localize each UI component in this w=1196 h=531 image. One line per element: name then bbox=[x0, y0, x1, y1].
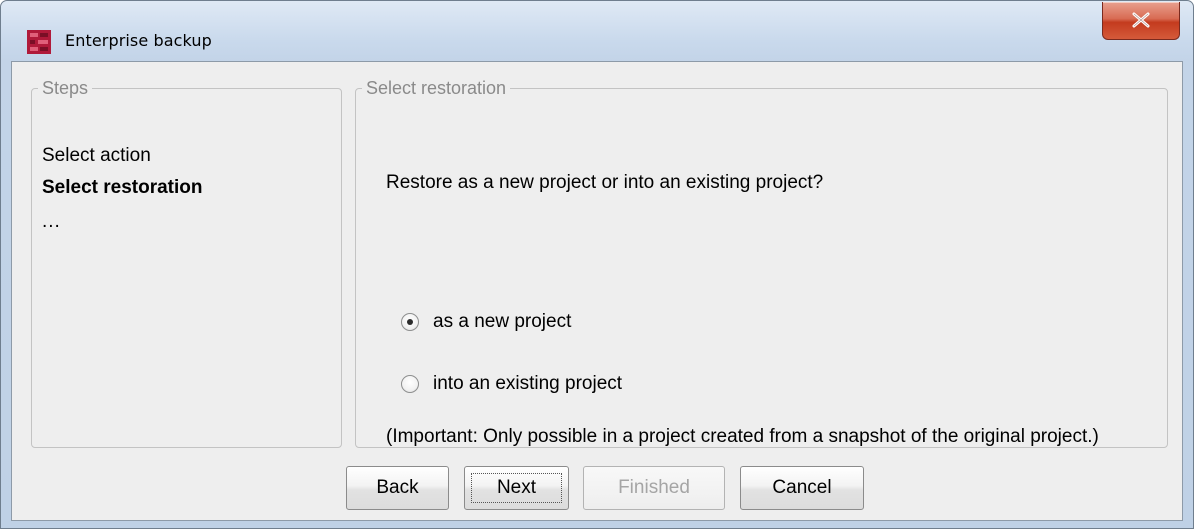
window-title: Enterprise backup bbox=[65, 31, 212, 50]
option-existing-project[interactable]: into an existing project bbox=[401, 372, 622, 396]
important-note: (Important: Only possible in a project c… bbox=[386, 426, 1099, 447]
restoration-legend: Select restoration bbox=[366, 78, 507, 98]
close-icon bbox=[1132, 12, 1150, 28]
dialog-window: Enterprise backup Steps Select action Se… bbox=[0, 0, 1194, 529]
title-bar[interactable]: Enterprise backup bbox=[1, 1, 1193, 61]
back-button[interactable]: Back bbox=[346, 466, 449, 510]
steps-panel: Steps Select action Select restoration .… bbox=[31, 78, 342, 448]
cancel-button[interactable]: Cancel bbox=[740, 466, 864, 510]
radio-existing-project[interactable] bbox=[401, 375, 419, 393]
dialog-content: Steps Select action Select restoration .… bbox=[11, 61, 1183, 521]
option-existing-project-label: into an existing project bbox=[433, 373, 623, 394]
restoration-panel: Select restoration Restore as a new proj… bbox=[355, 78, 1168, 448]
focus-ring bbox=[471, 473, 562, 503]
steps-legend: Steps bbox=[42, 78, 89, 98]
next-button[interactable]: Next bbox=[464, 466, 569, 510]
radio-selected-dot bbox=[407, 319, 413, 325]
step-item-select-restoration: Select restoration bbox=[42, 177, 203, 198]
finished-button: Finished bbox=[583, 466, 725, 510]
radio-new-project[interactable] bbox=[401, 313, 419, 331]
step-item-select-action: Select action bbox=[42, 145, 151, 166]
step-item-more: ... bbox=[42, 211, 61, 232]
option-new-project[interactable]: as a new project bbox=[401, 310, 571, 334]
app-logo-icon bbox=[27, 30, 51, 54]
restore-question: Restore as a new project or into an exis… bbox=[386, 172, 824, 193]
option-new-project-label: as a new project bbox=[433, 311, 572, 332]
close-button[interactable] bbox=[1102, 2, 1180, 40]
